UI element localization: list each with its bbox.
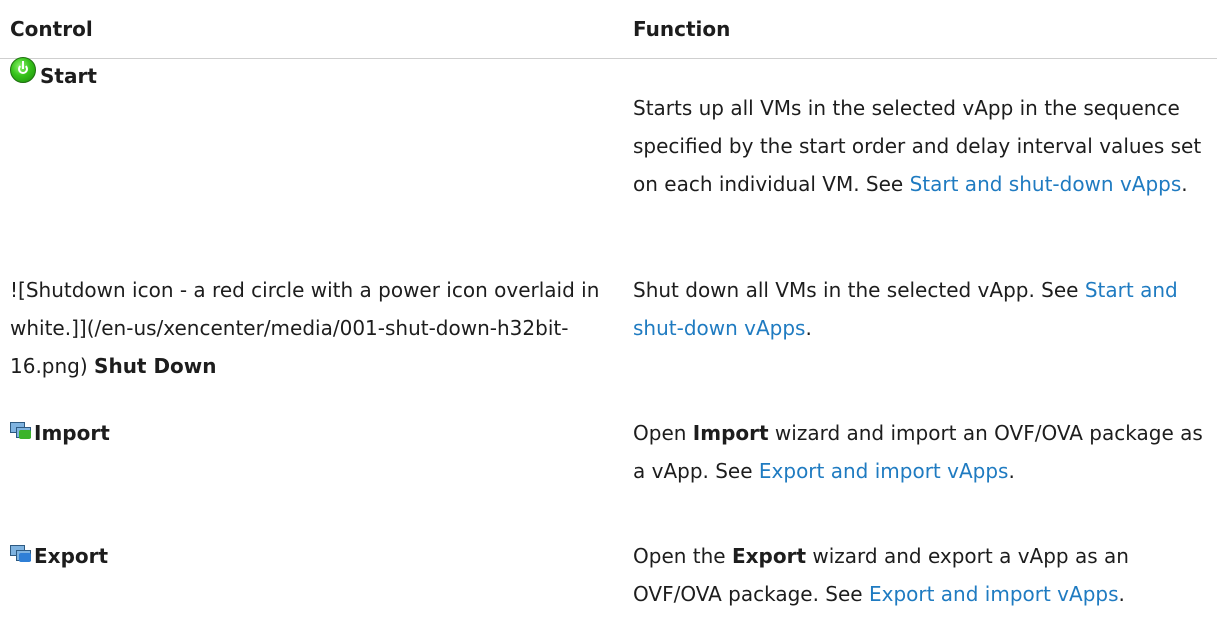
description-end: . [1181,172,1188,196]
description-end: . [805,316,812,340]
description-prefix: Open [633,421,693,445]
wizard-name: Export [731,544,807,568]
table-row: Import Open Import wizard and import an … [0,420,1217,543]
description-end: . [1008,459,1015,483]
export-import-vapps-link[interactable]: Export and import vApps [759,459,1009,483]
function-cell: Shut down all VMs in the selected vApp. … [633,271,1217,347]
table-row: ![Shutdown icon - a red circle with a po… [0,277,1217,420]
import-icon [10,421,32,440]
start-icon [10,56,36,83]
control-cell: Start [10,56,620,95]
control-cell: Export [10,537,620,575]
wizard-name: Import [692,421,769,445]
control-name: Import [34,421,110,445]
control-name: Export [34,544,109,568]
function-cell: Starts up all VMs in the selected vApp i… [633,89,1217,203]
table-row: Start Starts up all VMs in the selected … [0,56,1217,277]
table-row: Export Open the Export wizard and export… [0,543,1217,623]
function-cell: Open Import wizard and import an OVF/OVA… [633,414,1217,490]
export-import-vapps-link[interactable]: Export and import vApps [869,582,1119,606]
description-prefix: Open the [633,544,732,568]
function-cell: Open the Export wizard and export a vApp… [633,537,1217,613]
start-shutdown-vapps-link[interactable]: Start and shut-down vApps [910,172,1182,196]
control-name: Start [40,64,97,88]
control-cell: ![Shutdown icon - a red circle with a po… [10,271,620,385]
control-name: Shut Down [94,354,217,378]
table-header: Control Function [0,0,1217,59]
export-icon [10,544,32,563]
control-cell: Import [10,414,620,452]
function-column-header: Function [633,17,731,41]
description-text: Shut down all VMs in the selected vApp. … [633,278,1085,302]
controls-table: Control Function Start Starts up all VMs… [0,0,1217,623]
control-column-header: Control [10,17,93,41]
description-end: . [1118,582,1125,606]
